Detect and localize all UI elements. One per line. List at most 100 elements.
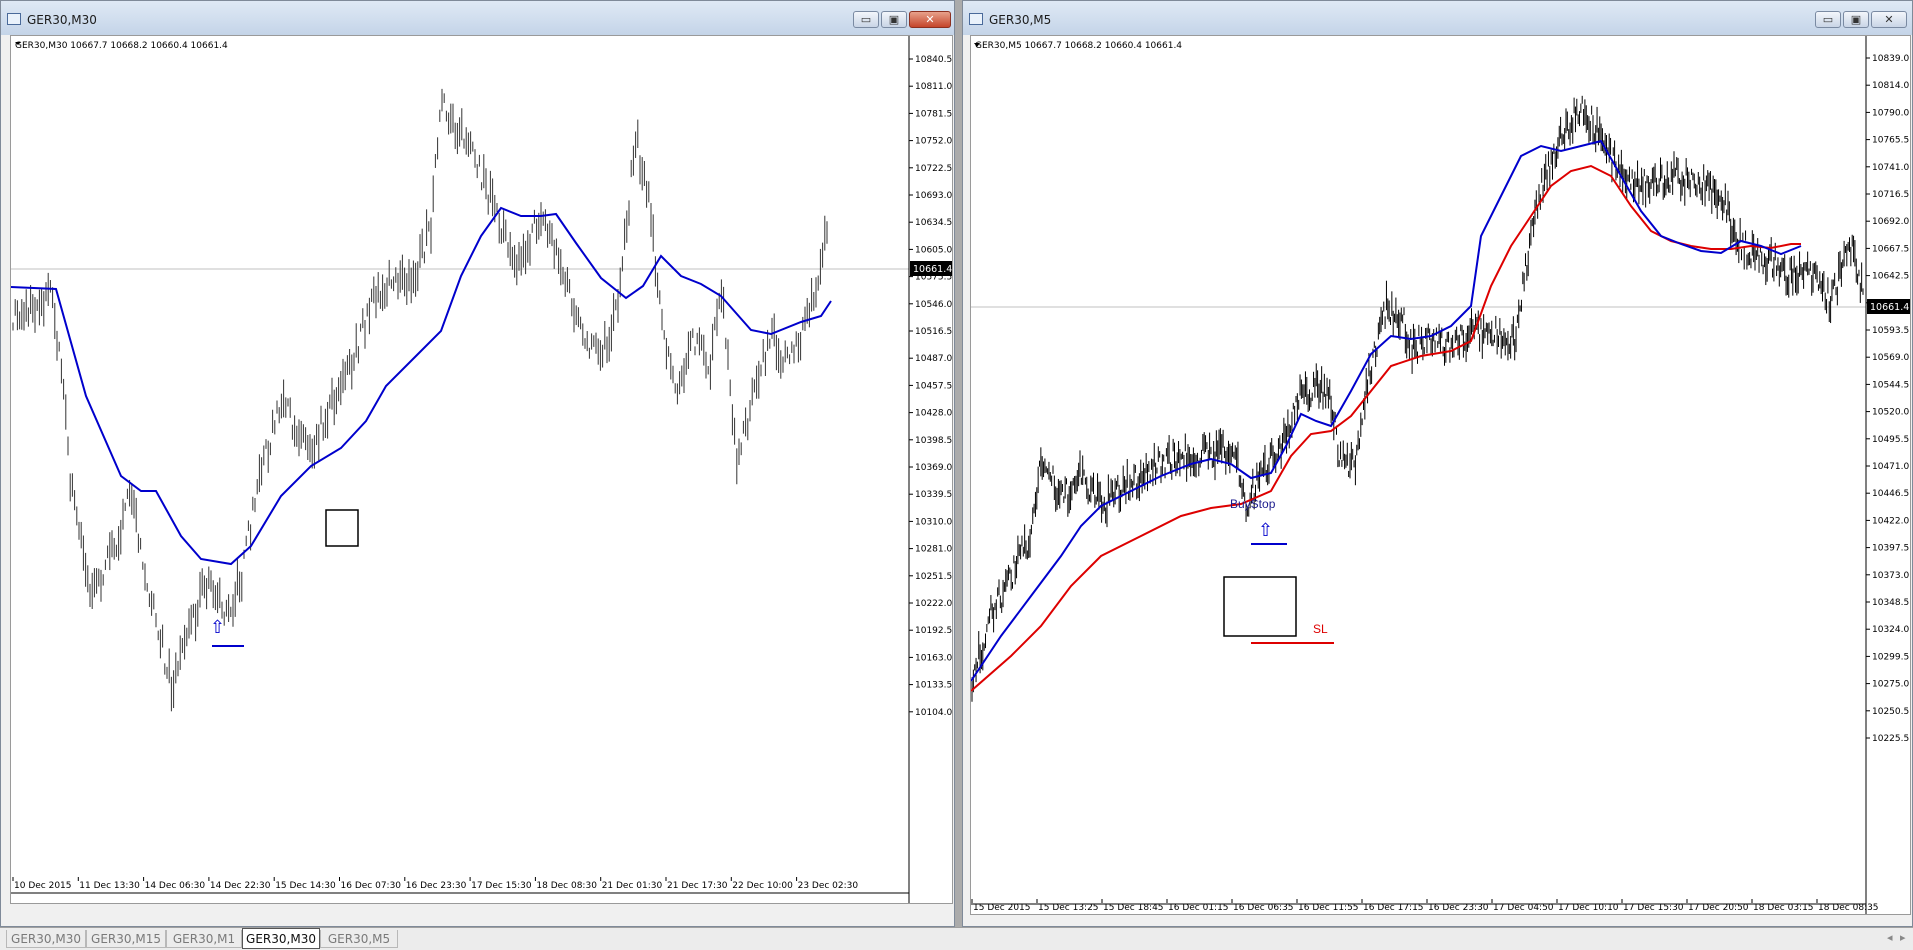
close-button[interactable]: ✕	[1871, 11, 1907, 28]
tab-label: GER30,M30	[246, 932, 316, 946]
price-tick-label: 10781.5	[915, 109, 952, 119]
chart-tabs-bar: GER30,M30 GER30,M15 GER30,M1 GER30,M30 G…	[0, 927, 1913, 950]
time-tick-label: 23 Dec 02:30	[798, 881, 859, 891]
price-tick-label: 10811.0	[915, 82, 952, 92]
current-price-label: 10661.4	[1870, 302, 1909, 313]
tab-ger30-m5[interactable]: GER30,M5	[320, 930, 398, 948]
time-tick-label: 18 Dec 08:35	[1818, 903, 1879, 913]
time-axis: 10 Dec 2015 11 Dec 13:30 14 Dec 06:30 14 De…	[12, 877, 859, 891]
price-tick-label: 10814.0	[1872, 81, 1909, 91]
buystop-label: BuyStop	[1230, 497, 1276, 511]
window-titlebar[interactable]: GER30,M5 ▭ ▣ ✕	[963, 1, 1912, 35]
price-tick-label: 10428.0	[915, 409, 952, 419]
close-icon: ✕	[925, 13, 935, 26]
time-tick-label: 14 Dec 06:30	[145, 881, 206, 891]
price-chart[interactable]: ⇧ 10840.5 10811.0 10781.5 10752.0 10722.5 106…	[11, 36, 953, 904]
price-tick-label: 10840.5	[915, 55, 952, 65]
chart-window-right[interactable]: GER30,M5 ▭ ▣ ✕ BuyStop ⇧ SL 10839.0 10814…	[962, 0, 1913, 927]
price-tick-label: 10605.0	[915, 245, 952, 255]
time-tick-label: 17 Dec 15:30	[1623, 903, 1684, 913]
price-tick-label: 10569.0	[1872, 353, 1909, 363]
minimize-icon: ▭	[1822, 13, 1834, 26]
chart-area[interactable]: ⇧ 10840.5 10811.0 10781.5 10752.0 10722.5 106…	[10, 35, 953, 904]
tabs-scroll-left-icon[interactable]: ◂	[1887, 931, 1893, 944]
time-tick-label: 15 Dec 18:45	[1103, 903, 1164, 913]
price-tick-label: 10339.5	[915, 490, 952, 500]
time-tick-label: 18 Dec 08:30	[536, 881, 597, 891]
chart-window-icon	[969, 13, 983, 25]
price-tick-label: 10373.0	[1872, 571, 1909, 581]
price-tick-label: 10790.0	[1872, 108, 1909, 118]
price-tick-label: 10281.0	[915, 545, 952, 555]
time-tick-label: 17 Dec 04:50	[1493, 903, 1554, 913]
time-tick-label: 14 Dec 22:30	[210, 881, 271, 891]
entry-box	[1223, 576, 1297, 637]
time-tick-label: 17 Dec 10:10	[1558, 903, 1619, 913]
price-tick-label: 10752.0	[915, 137, 952, 147]
time-axis: 15 Dec 2015 15 Dec 13:25 15 Dec 18:45 16 De…	[971, 899, 1879, 913]
buy-arrow-icon: ⇧	[1258, 520, 1273, 541]
price-tick-label: 10324.0	[1872, 625, 1909, 635]
window-titlebar[interactable]: GER30,M30 ▭ ▣ ✕	[1, 1, 954, 35]
maximize-button[interactable]: ▣	[881, 11, 907, 28]
time-tick-label: 10 Dec 2015	[14, 881, 72, 891]
price-tick-label: 10250.5	[1872, 707, 1909, 717]
entry-box	[325, 509, 359, 547]
price-tick-label: 10667.5	[1872, 244, 1909, 254]
time-tick-label: 16 Dec 06:35	[1233, 903, 1294, 913]
maximize-button[interactable]: ▣	[1843, 11, 1869, 28]
tab-ger30-m1[interactable]: GER30,M1	[166, 930, 242, 948]
tab-label: GER30,M15	[91, 932, 161, 946]
chart-area[interactable]: BuyStop ⇧ SL 10839.0 10814.0 10790.0 10765.…	[970, 35, 1911, 915]
maximize-icon: ▣	[888, 13, 900, 26]
price-tick-label: 10133.5	[915, 681, 952, 691]
price-axis: 10840.5 10811.0 10781.5 10752.0 10722.5 10693…	[909, 55, 952, 718]
price-tick-label: 10457.5	[915, 381, 952, 391]
minimize-icon: ▭	[860, 13, 872, 26]
time-tick-label: 16 Dec 17:15	[1363, 903, 1424, 913]
tabs-scroll-right-icon[interactable]: ▸	[1900, 931, 1906, 944]
current-price-label: 10661.4	[913, 264, 952, 275]
chart-info-label: GER30,M5 10667.7 10668.2 10660.4 10661.4	[975, 41, 1182, 51]
minimize-button[interactable]: ▭	[1815, 11, 1841, 28]
tab-label: GER30,M30	[11, 932, 81, 946]
window-title: GER30,M5	[989, 13, 1052, 27]
price-tick-label: 10487.0	[915, 354, 952, 364]
price-bars	[971, 95, 1864, 702]
price-tick-label: 10516.5	[915, 327, 952, 337]
price-tick-label: 10693.0	[915, 191, 952, 201]
minimize-button[interactable]: ▭	[853, 11, 879, 28]
maximize-icon: ▣	[1850, 13, 1862, 26]
time-tick-label: 16 Dec 07:30	[341, 881, 402, 891]
price-tick-label: 10546.0	[915, 300, 952, 310]
chart-window-icon	[7, 13, 21, 25]
price-tick-label: 10634.5	[915, 218, 952, 228]
buy-arrow-icon: ⇧	[210, 617, 225, 638]
price-tick-label: 10251.5	[915, 572, 952, 582]
tab-ger30-m30-active[interactable]: GER30,M30	[242, 928, 320, 949]
time-tick-label: 15 Dec 2015	[973, 903, 1031, 913]
price-tick-label: 10544.5	[1872, 380, 1909, 390]
time-tick-label: 21 Dec 17:30	[667, 881, 728, 891]
price-tick-label: 10765.5	[1872, 136, 1909, 146]
price-tick-label: 10225.5	[1872, 734, 1909, 744]
time-tick-label: 18 Dec 03:15	[1753, 903, 1814, 913]
chart-window-left[interactable]: GER30,M30 ▭ ▣ ✕ ⇧ 10840.5 10811.0 10781.5 1…	[0, 0, 955, 927]
time-tick-label: 16 Dec 23:30	[1428, 903, 1489, 913]
slow-moving-average-line	[971, 164, 1801, 692]
tab-ger30-m30[interactable]: GER30,M30	[6, 930, 86, 948]
price-chart[interactable]: BuyStop ⇧ SL 10839.0 10814.0 10790.0 10765.…	[971, 36, 1911, 915]
price-tick-label: 10275.0	[1872, 680, 1909, 690]
price-tick-label: 10520.0	[1872, 408, 1909, 418]
fast-moving-average-line	[971, 139, 1802, 682]
price-tick-label: 10495.5	[1872, 435, 1909, 445]
price-tick-label: 10839.0	[1872, 54, 1909, 64]
tab-ger30-m15[interactable]: GER30,M15	[86, 930, 166, 948]
close-button[interactable]: ✕	[909, 11, 951, 28]
price-tick-label: 10642.5	[1872, 272, 1909, 282]
price-tick-label: 10422.0	[1872, 516, 1909, 526]
close-icon: ✕	[1884, 13, 1894, 26]
time-tick-label: 11 Dec 13:30	[79, 881, 140, 891]
price-tick-label: 10397.5	[1872, 544, 1909, 554]
price-tick-label: 10722.5	[915, 164, 952, 174]
